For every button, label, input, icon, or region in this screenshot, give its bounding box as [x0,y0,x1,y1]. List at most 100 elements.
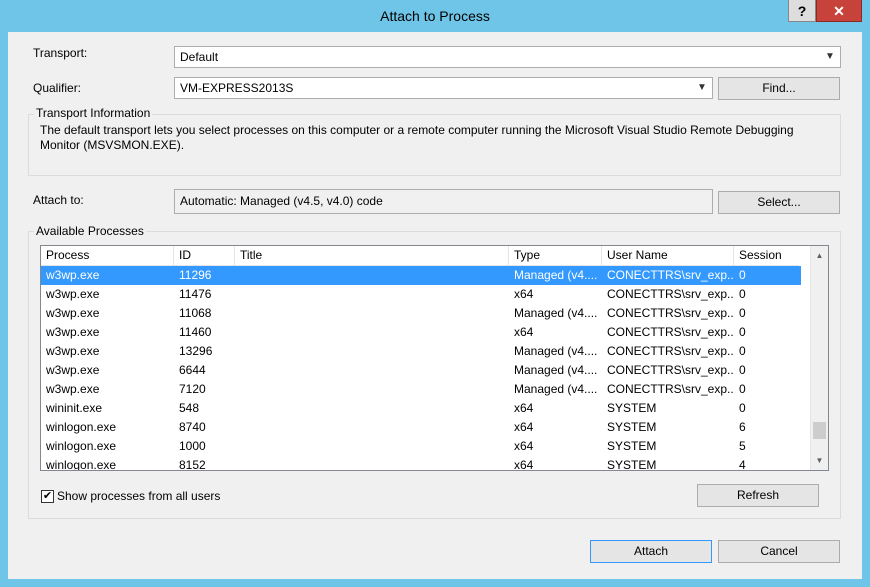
cell-process: w3wp.exe [46,363,100,377]
column-header-type[interactable]: Type [509,246,602,265]
table-row[interactable]: w3wp.exe 11476 x64 CONECTTRS\srv_exp... 0 [41,285,801,304]
show-all-users-checkbox[interactable]: ✔ [41,490,54,503]
cell-user-name: SYSTEM [607,458,657,471]
chevron-down-icon: ▼ [697,82,707,93]
select-button[interactable]: Select... [718,191,840,214]
table-row[interactable]: winlogon.exe 8740 x64 SYSTEM 6 [41,418,801,437]
process-list-header: Process ID Title Type User Name Session [41,246,799,266]
table-row[interactable]: winlogon.exe 8152 x64 SYSTEM 4 [41,456,801,471]
cell-type: Managed (v4.... [514,363,598,377]
chevron-down-icon: ▼ [825,51,835,62]
cell-id: 548 [179,401,200,415]
cell-title [235,361,509,380]
cell-process: winlogon.exe [46,420,117,434]
cell-id: 8152 [179,458,206,471]
qualifier-label: Qualifier: [33,81,82,95]
cell-user-name: SYSTEM [607,401,657,415]
cell-title [235,285,509,304]
cell-title [235,342,509,361]
cell-process: w3wp.exe [46,325,100,339]
cell-id: 1000 [179,439,206,453]
cell-process: wininit.exe [46,401,103,415]
cell-id: 11068 [179,306,212,320]
table-row[interactable]: w3wp.exe 6644 Managed (v4.... CONECTTRS\srv… [41,361,801,380]
cell-title [235,323,509,342]
process-list-scrollbar[interactable]: ▲ ▼ [810,246,828,470]
cell-type: x64 [514,458,534,471]
attach-dialog: Attach to Process ? ✕ Transport: Default… [0,0,870,587]
cell-process: w3wp.exe [46,306,100,320]
column-header-id[interactable]: ID [174,246,235,265]
table-row[interactable]: winlogon.exe 1000 x64 SYSTEM 5 [41,437,801,456]
cell-process: w3wp.exe [46,344,100,358]
dialog-client: Transport: Default ▼ Qualifier: VM-EXPRE… [8,32,862,579]
find-button[interactable]: Find... [718,77,840,100]
cell-session: 4 [739,458,746,471]
cell-user-name: CONECTTRS\srv_exp... [607,344,734,358]
help-button[interactable]: ? [788,0,816,22]
cell-type: x64 [514,401,534,415]
process-list[interactable]: Process ID Title Type User Name Session … [40,245,829,471]
attach-button[interactable]: Attach [590,540,712,563]
cell-process: winlogon.exe [46,458,117,471]
qualifier-value: VM-EXPRESS2013S [180,81,294,95]
column-header-user-name[interactable]: User Name [602,246,734,265]
cell-title [235,418,509,437]
cell-type: x64 [514,287,534,301]
cell-session: 0 [739,382,746,396]
title-bar: Attach to Process ? ✕ [0,0,870,32]
column-header-title[interactable]: Title [235,246,509,265]
cell-user-name: CONECTTRS\srv_exp... [607,325,734,339]
cell-title [235,380,509,399]
table-row[interactable]: w3wp.exe 13296 Managed (v4.... CONECTTRS\sr… [41,342,801,361]
transport-label: Transport: [33,46,88,60]
cell-user-name: SYSTEM [607,420,657,434]
cell-process: winlogon.exe [46,439,117,453]
cell-type: x64 [514,439,534,453]
transport-info-line2: Monitor (MSVSMON.EXE). [40,138,185,152]
table-row[interactable]: wininit.exe 548 x64 SYSTEM 0 [41,399,801,418]
cell-process: w3wp.exe [46,287,100,301]
cell-title [235,304,509,323]
cell-session: 6 [739,420,746,434]
scroll-thumb[interactable] [813,422,826,439]
transport-info-line1: The default transport lets you select pr… [40,123,794,137]
cell-session: 0 [739,287,746,301]
close-button[interactable]: ✕ [816,0,862,22]
cell-id: 6644 [179,363,206,377]
scroll-down-icon[interactable]: ▼ [811,452,828,469]
cell-id: 7120 [179,382,206,396]
cell-id: 8740 [179,420,206,434]
cell-id: 13296 [179,344,213,358]
cell-user-name: CONECTTRS\srv_exp... [607,363,734,377]
cell-session: 0 [739,363,746,377]
table-row[interactable]: w3wp.exe 11296 Managed (v4.... CONECTTRS\sr… [41,266,801,285]
cell-user-name: CONECTTRS\srv_exp... [607,287,734,301]
cell-id: 11460 [179,325,212,339]
qualifier-combobox[interactable]: VM-EXPRESS2013S ▼ [174,77,713,99]
cell-process: w3wp.exe [46,382,100,396]
table-row[interactable]: w3wp.exe 7120 Managed (v4.... CONECTTRS\srv… [41,380,801,399]
cell-session: 5 [739,439,746,453]
transport-info-heading: Transport Information [34,106,153,120]
scroll-up-icon[interactable]: ▲ [811,247,828,264]
refresh-button[interactable]: Refresh [697,484,819,507]
cell-type: Managed (v4.... [514,268,598,282]
cell-user-name: CONECTTRS\srv_exp... [607,306,734,320]
cell-type: x64 [514,325,534,339]
checkmark-icon: ✔ [42,490,53,502]
cell-user-name: CONECTTRS\srv_exp... [607,268,734,282]
transport-dropdown[interactable]: Default ▼ [174,46,841,68]
transport-value: Default [180,50,219,64]
attach-to-field: Automatic: Managed (v4.5, v4.0) code [174,189,713,214]
cell-id: 11476 [179,287,212,301]
table-row[interactable]: w3wp.exe 11068 Managed (v4.... CONECTTRS\sr… [41,304,801,323]
show-all-users-label[interactable]: Show processes from all users [57,489,220,503]
cell-user-name: SYSTEM [607,439,657,453]
column-header-process[interactable]: Process [41,246,174,265]
cancel-button[interactable]: Cancel [718,540,840,563]
column-header-session[interactable]: Session [734,246,801,265]
cell-process: w3wp.exe [46,268,100,282]
table-row[interactable]: w3wp.exe 11460 x64 CONECTTRS\srv_exp... 0 [41,323,801,342]
dialog-title: Attach to Process [380,8,490,24]
